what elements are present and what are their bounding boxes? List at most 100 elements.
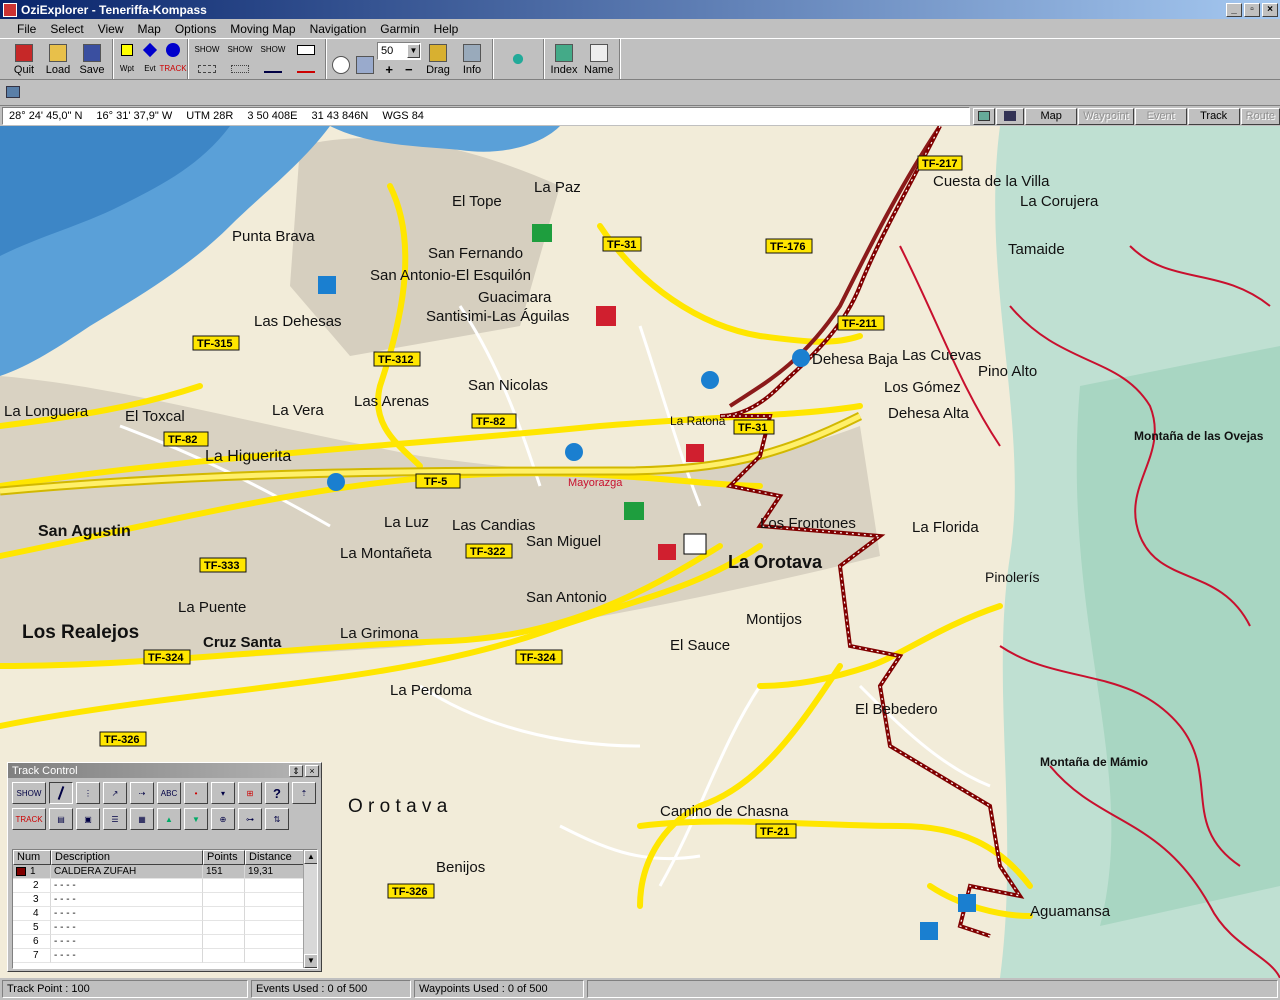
place-label: Pinolerís <box>985 569 1039 585</box>
track-details-button[interactable]: ▦ <box>130 808 154 830</box>
track-options-button[interactable]: ⊕ <box>211 808 235 830</box>
column-header-distance[interactable]: Distance <box>245 850 305 865</box>
track-tools-button[interactable]: ⊶ <box>238 808 262 830</box>
menu-view[interactable]: View <box>91 22 131 36</box>
menu-navigation[interactable]: Navigation <box>303 22 374 36</box>
quit-button[interactable]: Quit <box>7 39 41 79</box>
lines-icon[interactable] <box>257 60 289 78</box>
event-label[interactable]: Evt <box>139 60 161 78</box>
move-point-button[interactable]: ↗ <box>103 782 127 804</box>
move-up-button[interactable]: ▲ <box>157 808 181 830</box>
ozi-window: OziExplorer - Teneriffa-Kompass _ ▫ × Fi… <box>0 0 1280 1000</box>
info-button[interactable]: Info <box>455 39 489 79</box>
grid-icon[interactable] <box>191 60 223 78</box>
tab-waypoint[interactable]: Waypoint <box>1078 107 1134 125</box>
maximize-button[interactable]: ▫ <box>1244 2 1260 17</box>
map-image-button[interactable] <box>973 107 996 125</box>
tab-event[interactable]: Event <box>1134 107 1187 125</box>
save-map-button[interactable] <box>996 107 1025 125</box>
save-track-button[interactable]: ▣ <box>76 808 100 830</box>
drag-button[interactable]: Drag <box>421 39 455 79</box>
red-point-icon: • <box>194 788 198 798</box>
table-row[interactable]: 4 - - - - <box>13 907 317 921</box>
point-mode-button[interactable]: ⋮ <box>76 782 100 804</box>
menu-select[interactable]: Select <box>43 22 90 36</box>
names-icon[interactable] <box>224 60 256 78</box>
details-icon: ▦ <box>138 814 146 824</box>
menu-garmin[interactable]: Garmin <box>373 22 426 36</box>
parking-icon <box>920 922 938 940</box>
new-event-button[interactable] <box>139 41 161 59</box>
move-down-button[interactable]: ▼ <box>184 808 208 830</box>
tab-route[interactable]: Route <box>1240 107 1280 125</box>
upload-button[interactable]: ⇡ <box>292 782 316 804</box>
route-number-button[interactable] <box>162 41 184 59</box>
track-mode-button[interactable]: TRACK <box>12 808 46 830</box>
new-waypoint-button[interactable] <box>116 41 138 59</box>
table-row[interactable]: 7 - - - - <box>13 949 317 963</box>
table-row[interactable]: 2 - - - - <box>13 879 317 893</box>
track-labels-button[interactable]: ABC <box>157 782 181 804</box>
minimize-button[interactable]: _ <box>1226 2 1242 17</box>
map-overview-icon[interactable] <box>6 86 20 98</box>
column-header-num[interactable]: Num <box>13 850 51 865</box>
list-icon: ☰ <box>111 814 119 824</box>
show-waypoints-button[interactable]: SHOW <box>191 41 223 59</box>
northing: 31 43 846N <box>311 110 369 122</box>
zoom-in-button[interactable]: + <box>385 62 393 77</box>
index-button[interactable]: Index <box>547 39 581 79</box>
find-button[interactable] <box>329 39 353 79</box>
track-list-button[interactable]: ☰ <box>103 808 127 830</box>
menu-file[interactable]: File <box>10 22 43 36</box>
show-tracks-button[interactable]: SHOW <box>257 41 289 59</box>
track-control-restore-button[interactable]: ⇕ <box>289 764 303 777</box>
place-label: Las Dehesas <box>254 313 342 330</box>
track-properties-button[interactable]: ▤ <box>49 808 73 830</box>
add-track-button[interactable]: ⊞ <box>238 782 262 804</box>
table-row[interactable]: 6 - - - - <box>13 935 317 949</box>
waypoint-label[interactable]: Wpt <box>116 60 138 78</box>
line-mode-button[interactable] <box>49 782 73 804</box>
road-label: TF-217 <box>922 158 957 170</box>
track-control-titlebar[interactable]: Track Control ⇕ × <box>8 763 321 778</box>
track-dropdown-button[interactable]: ▾ <box>211 782 235 804</box>
menu-moving-map[interactable]: Moving Map <box>223 22 302 36</box>
menu-map[interactable]: Map <box>131 22 168 36</box>
track-button[interactable]: TRACK <box>159 60 186 78</box>
tab-track[interactable]: Track <box>1187 107 1240 125</box>
scroll-up-icon[interactable]: ▲ <box>304 850 317 864</box>
track-list-scrollbar[interactable]: ▲ ▼ <box>303 850 317 968</box>
menu-help[interactable]: Help <box>427 22 466 36</box>
show-routes-button[interactable] <box>290 41 322 59</box>
app-icon <box>3 2 17 17</box>
map-window-button[interactable] <box>353 39 377 79</box>
close-button[interactable]: × <box>1262 2 1278 17</box>
show-tracks-toggle[interactable]: SHOW <box>12 782 46 804</box>
track-control-close-button[interactable]: × <box>305 764 319 777</box>
pan-arrows-button[interactable] <box>496 39 540 79</box>
place-label: Tamaide <box>1008 241 1065 258</box>
place-label: Dehesa Alta <box>888 405 970 422</box>
place-label: Los Realejos <box>22 622 139 643</box>
name-search-button[interactable]: Name <box>581 39 616 79</box>
zoom-out-button[interactable]: − <box>405 62 413 77</box>
tools-icon: ⊶ <box>246 814 254 824</box>
table-row[interactable]: 5 - - - - <box>13 921 317 935</box>
tab-map[interactable]: Map <box>1025 107 1078 125</box>
zoom-select[interactable]: 50 ▼ <box>377 41 421 60</box>
table-row[interactable]: 1 CALDERA ZUFAH 151 19,31 <box>13 865 317 879</box>
menu-options[interactable]: Options <box>168 22 223 36</box>
column-header-description[interactable]: Description <box>51 850 203 865</box>
track-sort-button[interactable]: ⇅ <box>265 808 289 830</box>
column-header-points[interactable]: Points <box>203 850 245 865</box>
symbols-icon[interactable] <box>290 60 322 78</box>
show-events-button[interactable]: SHOW <box>224 41 256 59</box>
help-button[interactable]: ? <box>265 782 289 804</box>
insert-point-button[interactable]: ⇢ <box>130 782 154 804</box>
scroll-down-icon[interactable]: ▼ <box>304 954 317 968</box>
load-button[interactable]: Load <box>41 39 75 79</box>
track-point-button[interactable]: • <box>184 782 208 804</box>
main-toolbar: Quit Load Save Wpt Evt TRACK SHOW SHOW S… <box>0 38 1280 80</box>
save-button[interactable]: Save <box>75 39 109 79</box>
table-row[interactable]: 3 - - - - <box>13 893 317 907</box>
